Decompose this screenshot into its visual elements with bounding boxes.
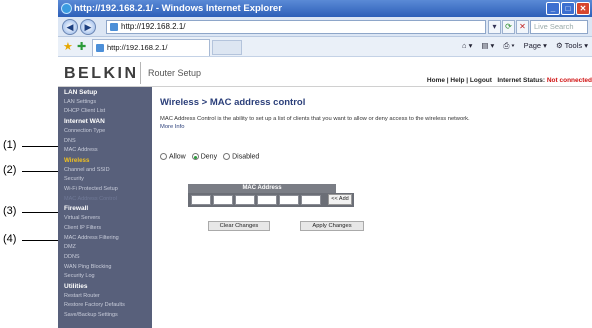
sidebar-item-mac-address-filtering[interactable]: MAC Address Filtering [64,235,119,241]
stop-button[interactable]: ✕ [516,20,529,34]
radio-disabled-label: Disabled [232,153,260,161]
clear-changes-button[interactable]: Clear Changes [208,221,270,231]
sidebar-item-mac-address[interactable]: MAC Address [64,147,98,153]
forward-button[interactable]: ▶ [80,19,96,35]
sidebar-item-dhcp-client-list[interactable]: DHCP Client List [64,108,105,114]
radio-deny-label: Deny [200,153,218,161]
print-icon[interactable]: ⎙ ▾ [503,41,514,51]
sidebar-item-save-backup-settings[interactable]: Save/Backup Settings [64,312,118,318]
sidebar-item-mac-address-control[interactable]: MAC Address Control [64,196,117,202]
nav-links[interactable]: Home | Help | Logout [427,77,492,84]
back-button[interactable]: ◀ [62,19,78,35]
internet-status-label: Internet Status: [497,77,546,84]
sidebar-item-restart-router[interactable]: Restart Router [64,293,100,299]
ie-logo-icon [61,3,72,14]
page-header: BELKIN Router Setup Home | Help | Logout… [58,57,592,87]
mac-octet-2[interactable] [213,195,233,205]
mac-octet-4[interactable] [257,195,277,205]
search-input[interactable]: Live Search [530,20,588,34]
new-tab-button[interactable] [212,40,242,55]
sidebar-item-dns[interactable]: DNS [64,138,76,144]
sidebar: LAN Setup LAN Settings DHCP Client List Int… [58,87,152,328]
radio-disabled-circle[interactable] [223,153,231,160]
internet-status-value: Not connected [546,77,592,84]
sidebar-item-restore-factory-defaults[interactable]: Restore Factory Defaults [64,302,125,308]
access-mode-group: Allow Deny Disabled [160,153,259,160]
sidebar-item-client-ip-filters[interactable]: Client IP Filters [64,225,101,231]
sidebar-item-security-log[interactable]: Security Log [64,273,95,279]
page-menu-label: Page [523,41,542,50]
belkin-logo: BELKIN [64,65,139,82]
sidebar-item-channel-and-ssid[interactable]: Channel and SSID [64,167,110,173]
radio-allow-circle[interactable] [160,153,167,160]
router-page: BELKIN Router Setup Home | Help | Logout… [58,57,592,328]
callout-label-1: (1) [3,139,17,151]
add-button[interactable]: << Add [328,194,352,205]
minimize-button[interactable]: _ [546,2,560,15]
description: MAC Address Control is the ability to se… [160,116,470,131]
description-text: MAC Address Control is the ability to se… [160,116,470,122]
mac-address-header: MAC Address [188,184,336,193]
tab-current[interactable]: http://192.168.2.1/ [92,39,210,56]
add-favorite-icon[interactable]: ✚ [77,40,86,53]
apply-changes-button[interactable]: Apply Changes [300,221,364,231]
sidebar-item-internet-wan: Internet WAN [64,118,105,126]
sidebar-item-lan-settings[interactable]: LAN Settings [64,99,96,105]
window-title: http://192.168.2.1/ - Windows Internet E… [74,3,282,14]
sidebar-item-virtual-servers[interactable]: Virtual Servers [64,215,100,221]
sidebar-item-wan-ping-blocking[interactable]: WAN Ping Blocking [64,264,111,270]
favorites-toolbar: ★ ✚ http://192.168.2.1/ ⌂ ▾ ▤ ▾ ⎙ ▾ Page… [58,37,592,57]
browser-window: http://192.168.2.1/ - Windows Internet E… [58,0,592,328]
radio-allow-label: Allow [169,153,186,161]
address-text: http://192.168.2.1/ [121,22,186,31]
sidebar-item-wireless[interactable]: Wireless [64,157,89,164]
header-divider [140,62,141,84]
callout-label-4: (4) [3,233,17,245]
radio-allow[interactable]: Allow [160,153,186,160]
mac-octet-1[interactable] [191,195,211,205]
page-icon [110,23,118,31]
page-menu[interactable]: Page ▾ [524,41,547,51]
sidebar-item-lan-setup: LAN Setup [64,89,98,96]
more-info-link[interactable]: More Info [160,124,185,130]
radio-deny-circle[interactable] [191,153,199,160]
sidebar-item-utilities: Utilities [64,283,88,290]
feeds-icon[interactable]: ▤ ▾ [481,41,494,51]
radio-deny[interactable]: Deny [191,153,218,161]
tools-menu[interactable]: ⚙ Tools ▾ [556,41,588,51]
refresh-button[interactable]: ⟳ [502,20,515,34]
close-button[interactable]: ✕ [576,2,590,15]
home-icon[interactable]: ⌂ ▾ [462,41,472,51]
title-bar: http://192.168.2.1/ - Windows Internet E… [58,0,592,17]
favorites-star-icon[interactable]: ★ [63,40,73,53]
sidebar-item-connection-type[interactable]: Connection Type [64,128,105,134]
section-title: Router Setup [148,68,202,78]
address-input[interactable]: http://192.168.2.1/ [106,20,486,34]
tools-menu-label: Tools [564,41,583,50]
mac-octet-6[interactable] [301,195,321,205]
sidebar-item-wi-fi-protected-setup[interactable]: Wi-Fi Protected Setup [64,186,118,192]
page-title: Wireless > MAC address control [160,97,306,108]
command-bar: ⌂ ▾ ▤ ▾ ⎙ ▾ Page ▾ ⚙ Tools ▾ [462,41,588,51]
radio-disabled[interactable]: Disabled [223,153,259,160]
callout-label-2: (2) [3,164,17,176]
sidebar-item-ddns[interactable]: DDNS [64,254,80,260]
address-dropdown-button[interactable]: ▾ [488,20,501,34]
address-toolbar: ◀ ▶ http://192.168.2.1/ ▾ ⟳ ✕ Live Searc… [58,17,592,37]
search-placeholder: Live Search [534,22,574,31]
sidebar-item-security[interactable]: Security [64,176,84,182]
mac-octet-5[interactable] [279,195,299,205]
callout-label-3: (3) [3,205,17,217]
tab-page-icon [96,44,104,52]
sidebar-item-firewall: Firewall [64,205,89,213]
mac-octet-3[interactable] [235,195,255,205]
header-links: Home | Help | Logout Internet Status: No… [427,77,592,84]
maximize-button[interactable]: □ [561,2,575,15]
tab-label: http://192.168.2.1/ [107,43,168,52]
sidebar-item-dmz[interactable]: DMZ [64,244,76,250]
